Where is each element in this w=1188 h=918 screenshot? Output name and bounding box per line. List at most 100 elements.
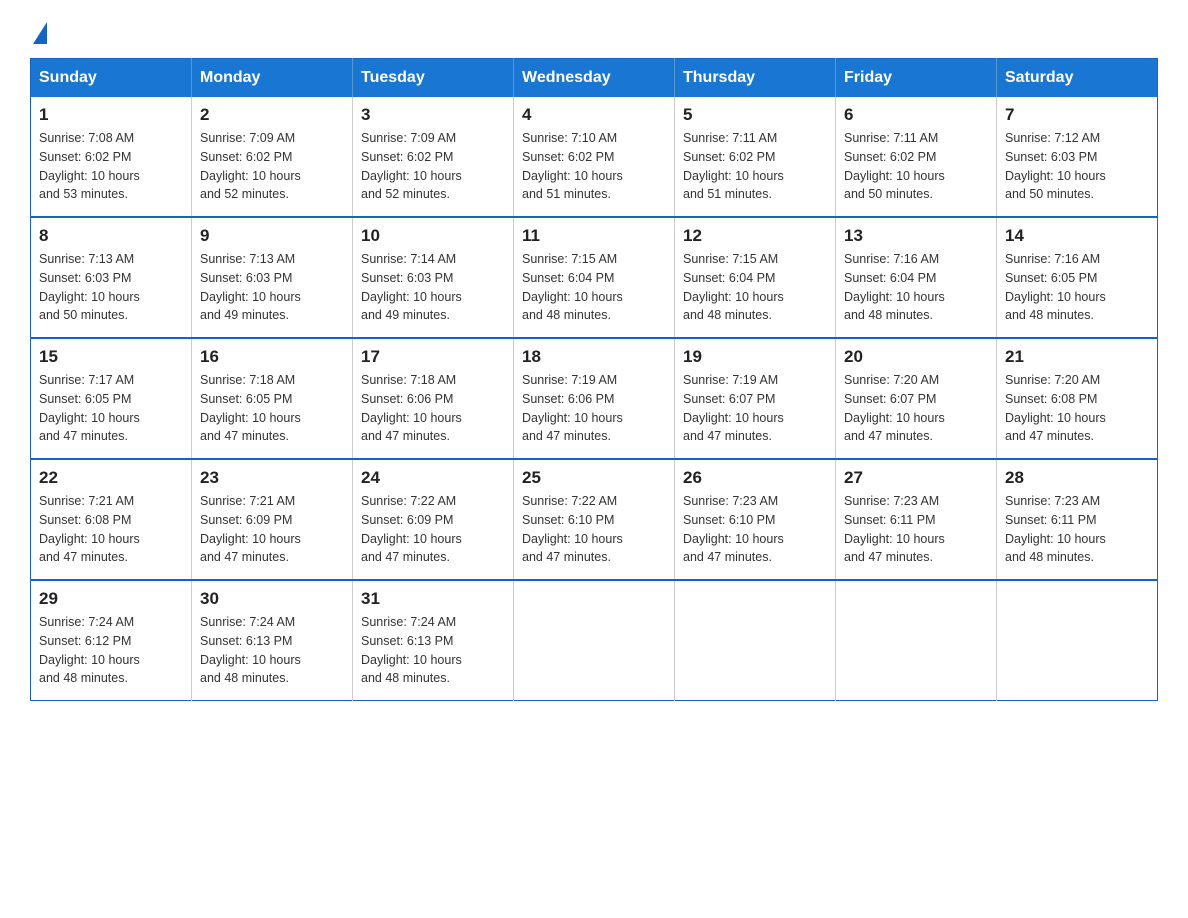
day-info: Sunrise: 7:15 AM Sunset: 6:04 PM Dayligh… <box>522 250 666 325</box>
day-number: 23 <box>200 468 344 488</box>
table-row: 29 Sunrise: 7:24 AM Sunset: 6:12 PM Dayl… <box>31 580 192 701</box>
col-saturday: Saturday <box>997 59 1158 98</box>
calendar-table: Sunday Monday Tuesday Wednesday Thursday… <box>30 58 1158 701</box>
table-row: 7 Sunrise: 7:12 AM Sunset: 6:03 PM Dayli… <box>997 97 1158 217</box>
day-info: Sunrise: 7:24 AM Sunset: 6:13 PM Dayligh… <box>200 613 344 688</box>
day-number: 9 <box>200 226 344 246</box>
day-info: Sunrise: 7:20 AM Sunset: 6:07 PM Dayligh… <box>844 371 988 446</box>
day-info: Sunrise: 7:12 AM Sunset: 6:03 PM Dayligh… <box>1005 129 1149 204</box>
table-row: 18 Sunrise: 7:19 AM Sunset: 6:06 PM Dayl… <box>514 338 675 459</box>
table-row: 8 Sunrise: 7:13 AM Sunset: 6:03 PM Dayli… <box>31 217 192 338</box>
table-row: 12 Sunrise: 7:15 AM Sunset: 6:04 PM Dayl… <box>675 217 836 338</box>
header-row: Sunday Monday Tuesday Wednesday Thursday… <box>31 59 1158 98</box>
day-info: Sunrise: 7:14 AM Sunset: 6:03 PM Dayligh… <box>361 250 505 325</box>
table-row: 2 Sunrise: 7:09 AM Sunset: 6:02 PM Dayli… <box>192 97 353 217</box>
day-number: 26 <box>683 468 827 488</box>
day-info: Sunrise: 7:15 AM Sunset: 6:04 PM Dayligh… <box>683 250 827 325</box>
day-number: 6 <box>844 105 988 125</box>
day-number: 13 <box>844 226 988 246</box>
col-friday: Friday <box>836 59 997 98</box>
calendar-header: Sunday Monday Tuesday Wednesday Thursday… <box>31 59 1158 98</box>
day-info: Sunrise: 7:18 AM Sunset: 6:05 PM Dayligh… <box>200 371 344 446</box>
day-info: Sunrise: 7:22 AM Sunset: 6:10 PM Dayligh… <box>522 492 666 567</box>
day-info: Sunrise: 7:10 AM Sunset: 6:02 PM Dayligh… <box>522 129 666 204</box>
day-number: 28 <box>1005 468 1149 488</box>
calendar-week-row: 29 Sunrise: 7:24 AM Sunset: 6:12 PM Dayl… <box>31 580 1158 701</box>
day-number: 3 <box>361 105 505 125</box>
table-row: 23 Sunrise: 7:21 AM Sunset: 6:09 PM Dayl… <box>192 459 353 580</box>
day-number: 19 <box>683 347 827 367</box>
day-number: 30 <box>200 589 344 609</box>
table-row: 19 Sunrise: 7:19 AM Sunset: 6:07 PM Dayl… <box>675 338 836 459</box>
calendar-body: 1 Sunrise: 7:08 AM Sunset: 6:02 PM Dayli… <box>31 97 1158 701</box>
day-info: Sunrise: 7:16 AM Sunset: 6:04 PM Dayligh… <box>844 250 988 325</box>
day-number: 21 <box>1005 347 1149 367</box>
day-info: Sunrise: 7:21 AM Sunset: 6:08 PM Dayligh… <box>39 492 183 567</box>
table-row: 30 Sunrise: 7:24 AM Sunset: 6:13 PM Dayl… <box>192 580 353 701</box>
col-wednesday: Wednesday <box>514 59 675 98</box>
day-info: Sunrise: 7:24 AM Sunset: 6:12 PM Dayligh… <box>39 613 183 688</box>
day-info: Sunrise: 7:19 AM Sunset: 6:07 PM Dayligh… <box>683 371 827 446</box>
day-info: Sunrise: 7:17 AM Sunset: 6:05 PM Dayligh… <box>39 371 183 446</box>
table-row <box>514 580 675 701</box>
day-info: Sunrise: 7:08 AM Sunset: 6:02 PM Dayligh… <box>39 129 183 204</box>
day-info: Sunrise: 7:13 AM Sunset: 6:03 PM Dayligh… <box>200 250 344 325</box>
day-info: Sunrise: 7:16 AM Sunset: 6:05 PM Dayligh… <box>1005 250 1149 325</box>
calendar-week-row: 1 Sunrise: 7:08 AM Sunset: 6:02 PM Dayli… <box>31 97 1158 217</box>
day-info: Sunrise: 7:19 AM Sunset: 6:06 PM Dayligh… <box>522 371 666 446</box>
table-row: 3 Sunrise: 7:09 AM Sunset: 6:02 PM Dayli… <box>353 97 514 217</box>
col-monday: Monday <box>192 59 353 98</box>
table-row: 20 Sunrise: 7:20 AM Sunset: 6:07 PM Dayl… <box>836 338 997 459</box>
table-row: 15 Sunrise: 7:17 AM Sunset: 6:05 PM Dayl… <box>31 338 192 459</box>
day-info: Sunrise: 7:11 AM Sunset: 6:02 PM Dayligh… <box>683 129 827 204</box>
day-number: 15 <box>39 347 183 367</box>
day-info: Sunrise: 7:21 AM Sunset: 6:09 PM Dayligh… <box>200 492 344 567</box>
table-row: 1 Sunrise: 7:08 AM Sunset: 6:02 PM Dayli… <box>31 97 192 217</box>
table-row: 22 Sunrise: 7:21 AM Sunset: 6:08 PM Dayl… <box>31 459 192 580</box>
logo-triangle-icon <box>33 22 47 44</box>
day-number: 31 <box>361 589 505 609</box>
table-row: 24 Sunrise: 7:22 AM Sunset: 6:09 PM Dayl… <box>353 459 514 580</box>
day-number: 16 <box>200 347 344 367</box>
table-row: 31 Sunrise: 7:24 AM Sunset: 6:13 PM Dayl… <box>353 580 514 701</box>
table-row: 5 Sunrise: 7:11 AM Sunset: 6:02 PM Dayli… <box>675 97 836 217</box>
table-row: 27 Sunrise: 7:23 AM Sunset: 6:11 PM Dayl… <box>836 459 997 580</box>
day-number: 1 <box>39 105 183 125</box>
day-info: Sunrise: 7:20 AM Sunset: 6:08 PM Dayligh… <box>1005 371 1149 446</box>
day-info: Sunrise: 7:18 AM Sunset: 6:06 PM Dayligh… <box>361 371 505 446</box>
table-row: 11 Sunrise: 7:15 AM Sunset: 6:04 PM Dayl… <box>514 217 675 338</box>
day-info: Sunrise: 7:22 AM Sunset: 6:09 PM Dayligh… <box>361 492 505 567</box>
table-row: 13 Sunrise: 7:16 AM Sunset: 6:04 PM Dayl… <box>836 217 997 338</box>
logo-top <box>30 20 47 44</box>
table-row: 10 Sunrise: 7:14 AM Sunset: 6:03 PM Dayl… <box>353 217 514 338</box>
col-tuesday: Tuesday <box>353 59 514 98</box>
table-row <box>997 580 1158 701</box>
day-number: 17 <box>361 347 505 367</box>
table-row: 25 Sunrise: 7:22 AM Sunset: 6:10 PM Dayl… <box>514 459 675 580</box>
logo <box>30 20 47 38</box>
day-number: 4 <box>522 105 666 125</box>
day-number: 14 <box>1005 226 1149 246</box>
col-sunday: Sunday <box>31 59 192 98</box>
day-number: 27 <box>844 468 988 488</box>
page-header <box>30 20 1158 38</box>
day-number: 22 <box>39 468 183 488</box>
table-row <box>836 580 997 701</box>
day-number: 2 <box>200 105 344 125</box>
day-number: 12 <box>683 226 827 246</box>
calendar-week-row: 22 Sunrise: 7:21 AM Sunset: 6:08 PM Dayl… <box>31 459 1158 580</box>
day-info: Sunrise: 7:24 AM Sunset: 6:13 PM Dayligh… <box>361 613 505 688</box>
table-row: 16 Sunrise: 7:18 AM Sunset: 6:05 PM Dayl… <box>192 338 353 459</box>
day-info: Sunrise: 7:09 AM Sunset: 6:02 PM Dayligh… <box>200 129 344 204</box>
day-number: 20 <box>844 347 988 367</box>
table-row: 26 Sunrise: 7:23 AM Sunset: 6:10 PM Dayl… <box>675 459 836 580</box>
day-number: 29 <box>39 589 183 609</box>
table-row: 9 Sunrise: 7:13 AM Sunset: 6:03 PM Dayli… <box>192 217 353 338</box>
day-info: Sunrise: 7:23 AM Sunset: 6:10 PM Dayligh… <box>683 492 827 567</box>
table-row <box>675 580 836 701</box>
table-row: 28 Sunrise: 7:23 AM Sunset: 6:11 PM Dayl… <box>997 459 1158 580</box>
table-row: 4 Sunrise: 7:10 AM Sunset: 6:02 PM Dayli… <box>514 97 675 217</box>
day-info: Sunrise: 7:09 AM Sunset: 6:02 PM Dayligh… <box>361 129 505 204</box>
table-row: 6 Sunrise: 7:11 AM Sunset: 6:02 PM Dayli… <box>836 97 997 217</box>
table-row: 14 Sunrise: 7:16 AM Sunset: 6:05 PM Dayl… <box>997 217 1158 338</box>
